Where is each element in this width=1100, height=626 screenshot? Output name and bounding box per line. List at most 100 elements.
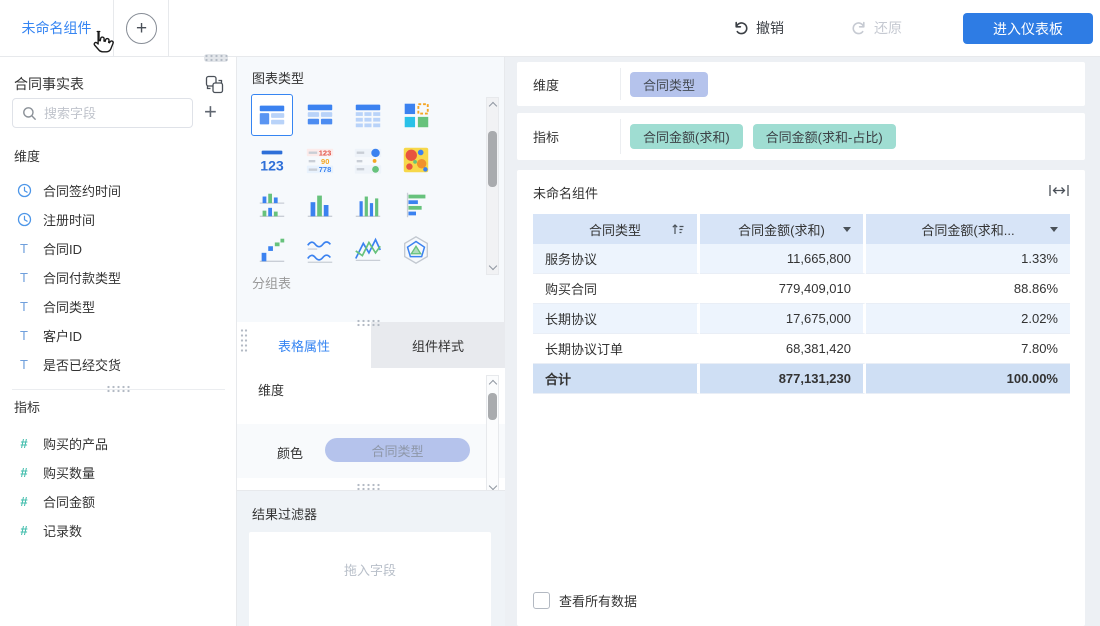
column-header[interactable]: 合同金额(求和... — [866, 214, 1070, 244]
table-body: 服务协议 11,665,800 1.33% 购买合同 779,409,010 8… — [533, 244, 1070, 364]
chart-type-multi-series-bar-icon[interactable] — [251, 184, 293, 226]
properties-scrollbar[interactable] — [486, 375, 499, 495]
scroll-up-icon[interactable] — [488, 101, 498, 111]
cell-contract-type: 服务协议 — [533, 244, 700, 274]
cell-total-percent: 100.00% — [866, 364, 1070, 394]
field-item[interactable]: T 是否已经交货 — [0, 350, 236, 379]
field-label: 合同类型 — [43, 300, 96, 315]
column-header[interactable]: 合同类型 — [533, 214, 700, 244]
field-item[interactable]: # 合同金额 — [0, 487, 236, 516]
field-item[interactable]: T 合同类型 — [0, 292, 236, 321]
chart-type-kpi-multi-value-icon[interactable]: 123 90 778 — [299, 139, 341, 181]
chart-type-header: 图表类型 — [252, 71, 305, 86]
scrollbar-thumb[interactable] — [488, 131, 497, 187]
chart-config-panel: 图表类型 123 123 90 778 分组表 表格属性 组件样式 维度 颜色 … — [237, 57, 505, 626]
dropdown-icon[interactable] — [1050, 227, 1058, 232]
shelf-divider — [620, 68, 621, 100]
table-total-row: 合计 877,131,230 100.00% — [533, 364, 1070, 394]
chart-type-summary-table-icon[interactable] — [299, 94, 341, 136]
chart-type-waterfall-icon[interactable] — [251, 229, 293, 271]
cell-amount: 68,381,420 — [700, 334, 866, 364]
field-item[interactable]: 注册时间 — [0, 205, 236, 234]
measure-chip[interactable]: 合同金额(求和) — [630, 124, 743, 149]
column-header[interactable]: 合同金额(求和) — [700, 214, 866, 244]
field-item[interactable]: T 合同ID — [0, 234, 236, 263]
cell-contract-type: 长期协议 — [533, 304, 700, 334]
panel-drag-handle[interactable] — [204, 54, 228, 62]
column-header-label: 合同类型 — [588, 222, 641, 238]
field-label: 合同签约时间 — [43, 184, 122, 199]
scrollbar-thumb[interactable] — [488, 393, 497, 420]
switch-table-icon[interactable] — [205, 75, 224, 94]
chart-type-grouped-table-icon[interactable] — [251, 94, 293, 136]
filter-dropzone[interactable]: 拖入字段 — [249, 532, 491, 626]
chart-type-area-line-icon[interactable] — [347, 229, 389, 271]
dimension-chip[interactable]: 合同类型 — [630, 71, 709, 97]
field-item[interactable]: # 购买的产品 — [0, 429, 236, 458]
add-field-button[interactable]: + — [204, 101, 217, 123]
field-item[interactable]: 合同签约时间 — [0, 176, 236, 205]
text-field-icon: T — [20, 328, 28, 343]
checkbox-icon[interactable] — [533, 592, 550, 609]
tab-component-style[interactable]: 组件样式 — [371, 322, 505, 368]
field-label: 记录数 — [43, 524, 83, 539]
measures-header: 指标 — [14, 400, 41, 415]
result-component-card: 未命名组件 合同类型 合同金额(求和) 合同金额(求和... 服务协议 11,6… — [517, 170, 1085, 626]
dropdown-icon[interactable] — [843, 227, 851, 232]
result-filter-panel: 结果过滤器 拖入字段 — [237, 490, 505, 626]
cell-total-label: 合计 — [533, 364, 700, 394]
table-row: 购买合同 779,409,010 88.86% — [533, 274, 1070, 304]
field-label: 合同ID — [43, 242, 83, 257]
undo-button[interactable]: 撤销 — [733, 0, 784, 56]
chart-type-kpi-card-icon[interactable]: 123 — [251, 139, 293, 181]
dimension-list: 合同签约时间 注册时间 T 合同ID T 合同付款类型 T 合同类型 T 客户I… — [0, 176, 236, 379]
panel-drag-handle[interactable] — [240, 328, 248, 352]
cell-total-amount: 877,131,230 — [700, 364, 866, 394]
field-item[interactable]: # 记录数 — [0, 516, 236, 545]
dimension-shelf: 维度 合同类型 — [517, 62, 1085, 106]
cell-percent: 88.86% — [866, 274, 1070, 304]
tab-table-properties[interactable]: 表格属性 — [237, 322, 371, 368]
chart-type-color-block-icon[interactable] — [395, 94, 437, 136]
fit-width-icon[interactable] — [1049, 184, 1069, 197]
view-all-data-toggle[interactable]: 查看所有数据 — [533, 591, 637, 610]
scroll-down-icon[interactable] — [488, 481, 498, 491]
redo-button[interactable]: 还原 — [851, 0, 902, 56]
scroll-down-icon[interactable] — [488, 261, 498, 271]
color-field-chip[interactable]: 合同类型 — [325, 438, 470, 462]
dimension-shelf-label: 维度 — [533, 77, 560, 93]
chart-type-scrollbar[interactable] — [486, 97, 499, 275]
result-table: 合同类型 合同金额(求和) 合同金额(求和... 服务协议 11,665,800… — [533, 214, 1070, 394]
sort-icon[interactable] — [671, 222, 685, 236]
splitter-drag-handle[interactable] — [106, 385, 130, 393]
chart-type-detail-table-icon[interactable] — [347, 94, 389, 136]
chart-type-filled-map-icon[interactable] — [395, 139, 437, 181]
field-item[interactable]: # 购买数量 — [0, 458, 236, 487]
text-field-icon: T — [20, 241, 28, 256]
panel-drag-handle[interactable] — [356, 319, 380, 327]
table-header-row: 合同类型 合同金额(求和) 合同金额(求和... — [533, 214, 1070, 244]
field-item[interactable]: T 合同付款类型 — [0, 263, 236, 292]
color-property-row: 颜色 合同类型 — [237, 424, 505, 478]
table-row: 长期协议订单 68,381,420 7.80% — [533, 334, 1070, 364]
component-tab[interactable]: 未命名组件 — [0, 0, 114, 56]
add-component-button[interactable]: + — [126, 13, 157, 44]
cell-percent: 1.33% — [866, 244, 1070, 274]
chart-type-radar-icon[interactable] — [395, 229, 437, 271]
measure-chip[interactable]: 合同金额(求和-占比) — [752, 124, 896, 149]
chart-type-kpi-indicator-icon[interactable] — [347, 139, 389, 181]
color-label: 颜色 — [277, 446, 304, 461]
enter-dashboard-button[interactable]: 进入仪表板 — [963, 13, 1093, 44]
chart-type-bar-chart-icon[interactable] — [299, 184, 341, 226]
fields-panel: 合同事实表 + 维度 合同签约时间 注册时间 T 合同ID T — [0, 57, 237, 626]
component-title: 未命名组件 — [533, 186, 599, 201]
chart-type-horizontal-bar-icon[interactable] — [395, 184, 437, 226]
chart-type-line-chart-icon[interactable] — [299, 229, 341, 271]
shelf-divider — [620, 119, 621, 154]
chart-type-column-chart-icon[interactable] — [347, 184, 389, 226]
search-input[interactable] — [44, 105, 174, 121]
field-item[interactable]: T 客户ID — [0, 321, 236, 350]
field-label: 注册时间 — [43, 213, 96, 228]
field-search-box[interactable] — [12, 98, 193, 128]
scroll-up-icon[interactable] — [488, 379, 498, 389]
